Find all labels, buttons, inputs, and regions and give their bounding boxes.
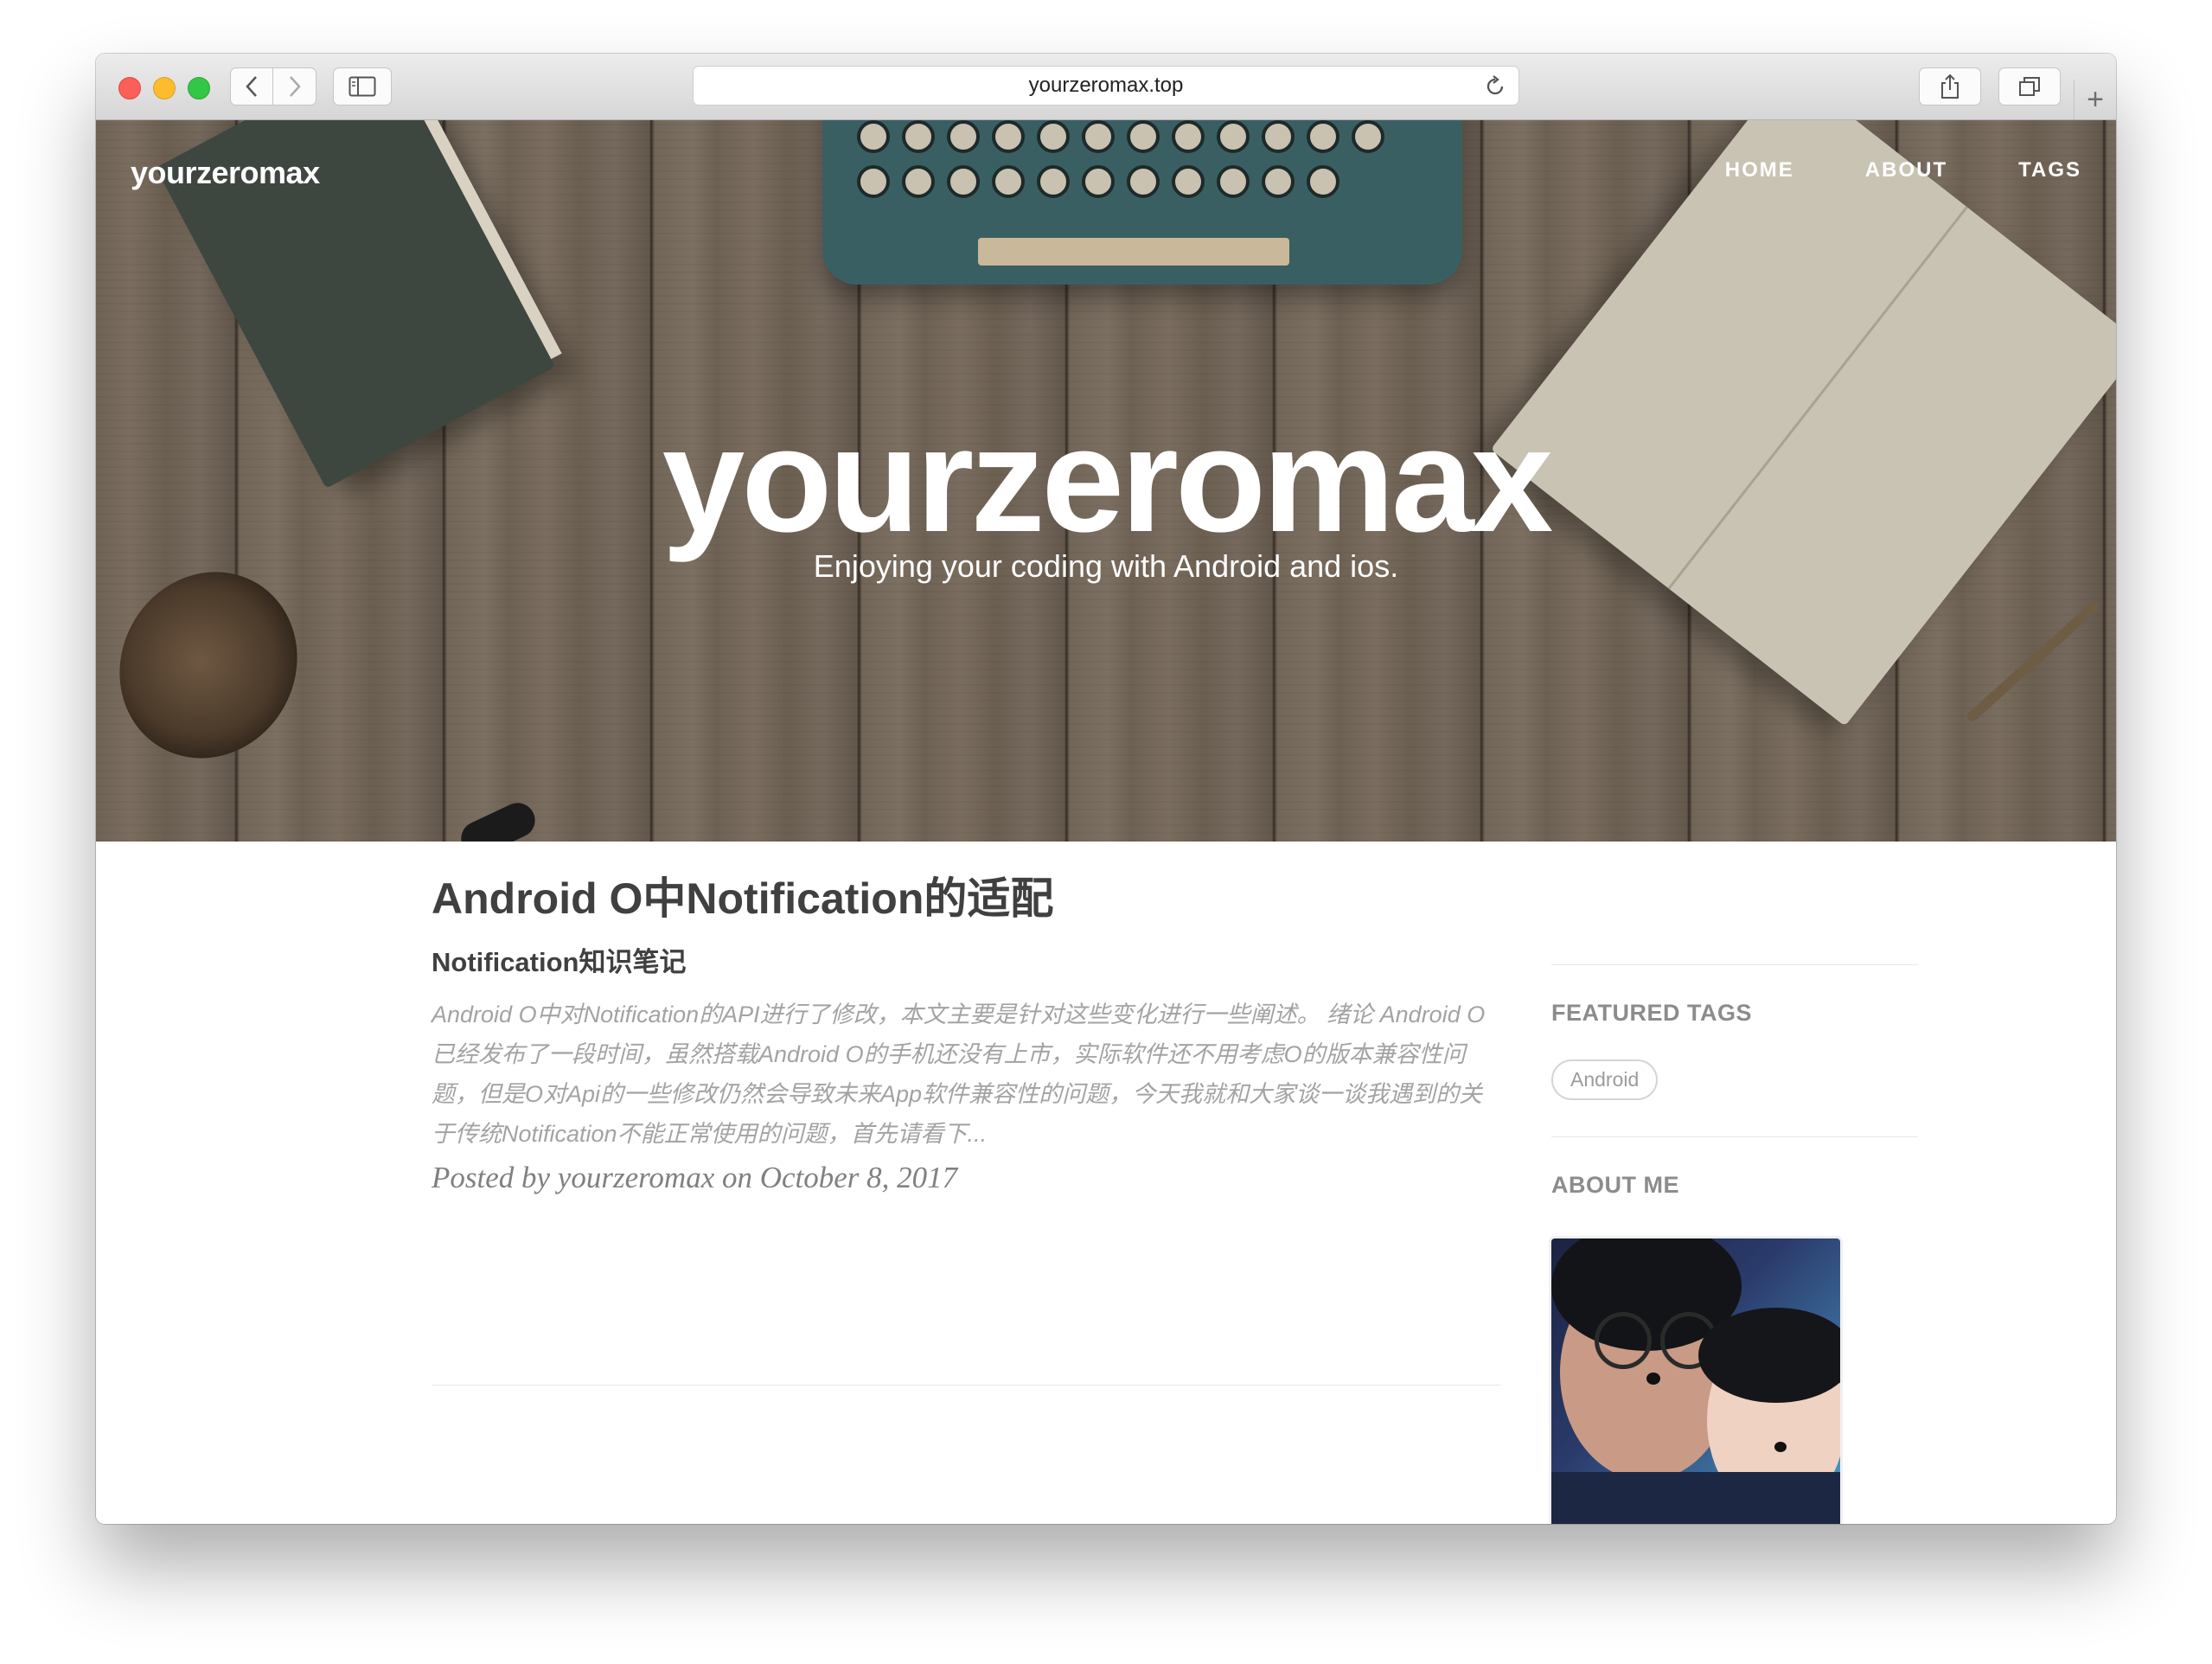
post-subtitle: Notification知识笔记 (432, 947, 687, 977)
plus-icon: + (2087, 83, 2104, 116)
reload-icon (1486, 75, 1504, 95)
sidebar: FEATURED TAGS Android ABOUT ME (1551, 964, 1918, 1524)
site-brand-link[interactable]: yourzeromax (131, 155, 320, 191)
tag-android[interactable]: Android (1551, 1059, 1659, 1100)
site-nav: HOME ABOUT TAGS (1725, 158, 2081, 182)
post-title-link[interactable]: Android O中Notification的适配 (432, 873, 1500, 925)
about-me-heading: ABOUT ME (1551, 1172, 1679, 1198)
share-button[interactable] (1919, 67, 1981, 106)
tabs-overview-button[interactable] (1998, 67, 2061, 106)
maximize-window-button[interactable] (188, 77, 210, 99)
decorative-typewriter (822, 120, 1462, 285)
post-preview[interactable]: Android O中Notification的适配 Notification知识… (432, 873, 1500, 1195)
history-nav (230, 67, 316, 106)
browser-toolbar: yourzeromax.top + (96, 54, 2116, 120)
browser-window: yourzeromax.top + yourzeromax HOME ABOUT… (96, 54, 2116, 1524)
avatar (1551, 1238, 1840, 1524)
hero-subtitle: Enjoying your coding with Android and io… (813, 548, 1399, 584)
share-icon (1941, 74, 1959, 99)
sidebar-divider (1551, 964, 1918, 965)
web-page: yourzeromax HOME ABOUT TAGS yourzeromax … (96, 120, 2116, 1524)
reload-button[interactable] (1484, 74, 1506, 105)
chevron-left-icon (246, 76, 257, 97)
hero-header: yourzeromax HOME ABOUT TAGS yourzeromax … (96, 120, 2116, 842)
minimize-window-button[interactable] (153, 77, 176, 99)
forward-button[interactable] (273, 67, 316, 106)
url-text: yourzeromax.top (1028, 74, 1184, 97)
close-window-button[interactable] (118, 77, 141, 99)
tabs-icon (2019, 77, 2040, 96)
nav-tags-link[interactable]: TAGS (2018, 158, 2081, 182)
hero-title: yourzeromax (662, 397, 1554, 563)
post-meta: Posted by yourzeromax on October 8, 2017 (432, 1161, 958, 1194)
nav-about-link[interactable]: ABOUT (1865, 158, 1947, 182)
chevron-right-icon (289, 76, 301, 97)
post-divider (432, 1385, 1500, 1386)
sidebar-toggle-button[interactable] (333, 67, 392, 106)
featured-tags-heading: FEATURED TAGS (1551, 1000, 1752, 1026)
back-button[interactable] (230, 67, 273, 106)
sidebar-icon (348, 76, 376, 97)
post-excerpt: Android O中对Notification的API进行了修改，本文主要是针对… (432, 1002, 1486, 1147)
sidebar-divider (1551, 1136, 1918, 1137)
address-bar[interactable]: yourzeromax.top (693, 66, 1519, 106)
new-tab-button[interactable]: + (2074, 80, 2116, 119)
nav-home-link[interactable]: HOME (1725, 158, 1794, 182)
